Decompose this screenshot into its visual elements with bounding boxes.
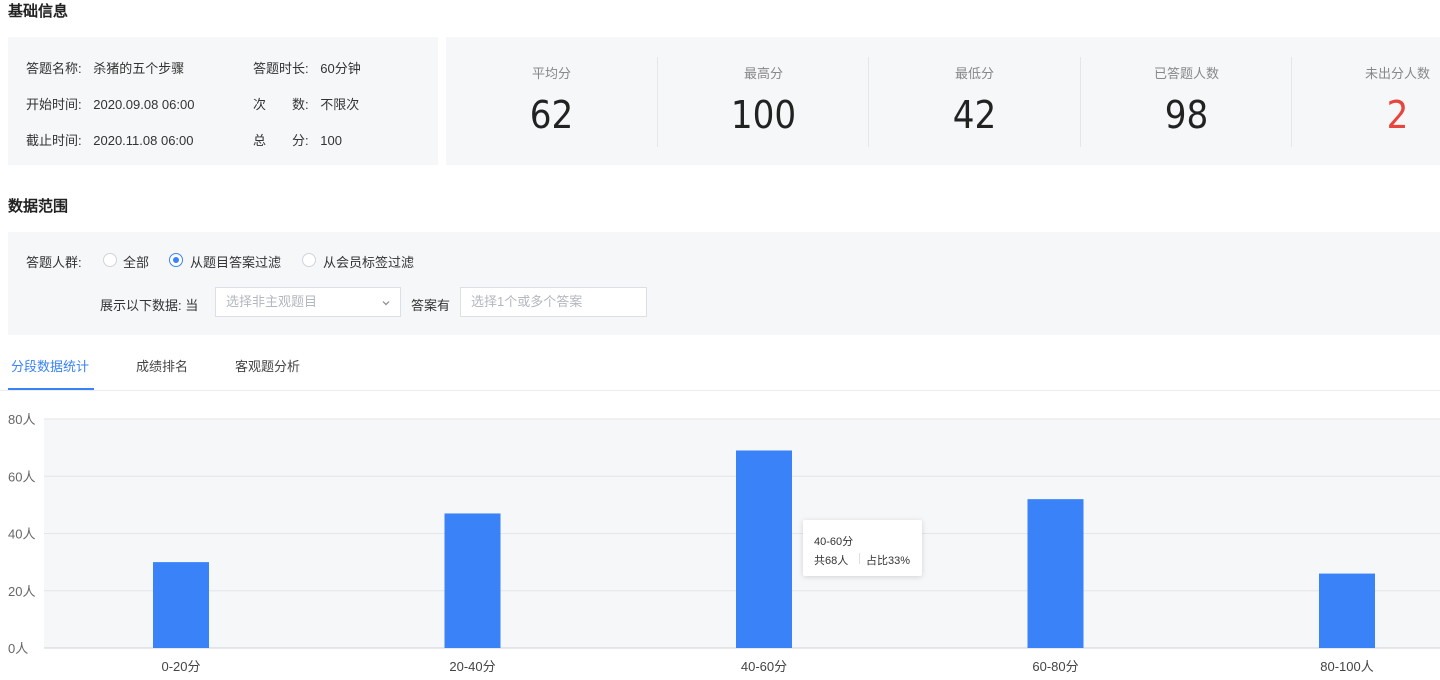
stat-label: 平均分 [531,66,571,81]
basic-info-panel: 答题名称: 杀猪的五个步骤 答题时长: 60分钟 开始时间: 2020.09.0… [8,37,438,165]
tab-objective-analysis[interactable]: 客观题分析 [235,356,300,375]
tooltip-ratio: 占比33% [866,555,911,567]
y-tick-label: 0人 [8,641,28,656]
bar-3[interactable] [736,450,792,648]
chart-tooltip: 40-60分 共68人 占比33% [803,520,922,576]
stat-average: 平均分 62 [446,37,657,165]
stat-label: 未出分人数 [1364,66,1430,81]
answer-label: 答案有 [411,298,451,313]
radio-all[interactable] [103,253,117,267]
y-tick-label: 40人 [8,527,35,542]
tab-segment-stats[interactable]: 分段数据统计 [11,356,89,375]
y-tick-label: 80人 [8,412,35,427]
y-tick-label: 60人 [8,469,35,484]
radio-tag-filter-label[interactable]: 从会员标签过滤 [323,252,414,271]
radio-all-label[interactable]: 全部 [123,252,149,271]
stat-value: 42 [952,93,997,137]
total-label: 总 分: [253,133,309,148]
basic-info-title: 基础信息 [8,3,69,20]
filter-panel: 答题人群: 全部 从题目答案过滤 从会员标签过滤 展示以下数据: 当 选择非主观… [8,232,1440,335]
show-data-label: 展示以下数据: 当 [100,298,199,313]
y-tick-label: 20人 [8,584,35,599]
radio-question-filter[interactable] [169,253,183,267]
bar-5[interactable] [1319,573,1375,648]
times-label: 次 数: [253,97,309,112]
stat-value-alert: 2 [1386,93,1409,137]
duration-row: 答题时长: 60分钟 [253,58,361,77]
start-label: 开始时间: [26,97,82,112]
x-tick-label: 80-100人 [1320,659,1373,674]
end-value: 2020.11.08 06:00 [93,133,194,148]
x-tick-label: 0-20分 [161,659,200,674]
total-value: 100 [320,133,342,148]
end-row: 截止时间: 2020.11.08 06:00 [26,130,194,149]
times-row: 次 数: 不限次 [253,94,359,113]
stat-lowest: 最低分 42 [869,37,1080,165]
stat-answered-count: 已答题人数 98 [1081,37,1292,165]
tooltip-range: 40-60分 [814,536,854,548]
radio-tag-filter[interactable] [302,253,316,267]
quiz-name-value: 杀猪的五个步骤 [93,61,185,76]
x-tick-label: 20-40分 [449,659,495,674]
start-row: 开始时间: 2020.09.08 06:00 [26,94,194,113]
tab-score-ranking[interactable]: 成绩排名 [136,356,188,375]
x-tick-label: 40-60分 [741,659,787,674]
quiz-name-row: 答题名称: 杀猪的五个步骤 [26,58,184,77]
answer-select-placeholder: 选择1个或多个答案 [471,294,583,309]
times-value: 不限次 [320,97,360,112]
tooltip-divider [859,553,860,564]
x-tick-label: 60-80分 [1032,659,1078,674]
bar-4[interactable] [1027,499,1084,648]
answer-select[interactable]: 选择1个或多个答案 [460,287,647,317]
stat-value: 98 [1164,93,1209,137]
stat-highest: 最高分 100 [658,37,869,165]
question-select[interactable]: 选择非主观题目 [215,287,401,317]
quiz-name-label: 答题名称: [26,61,82,76]
stat-label: 已答题人数 [1153,66,1219,81]
start-value: 2020.09.08 06:00 [93,97,195,112]
group-label: 答题人群: [26,255,82,270]
tab-divider [0,390,1440,391]
stat-unscored-count: 未出分人数 2 [1292,37,1440,165]
stat-value: 100 [730,93,797,137]
duration-value: 60分钟 [320,61,361,76]
data-range-title: 数据范围 [8,198,69,215]
stat-label: 最低分 [954,66,994,81]
radio-question-filter-label[interactable]: 从题目答案过滤 [190,252,281,271]
stat-value: 62 [529,93,574,137]
tooltip-count: 共68人 [814,555,849,567]
stat-label: 最高分 [743,66,783,81]
question-select-placeholder: 选择非主观题目 [226,294,318,309]
score-distribution-chart: 0人 20人 40人 60人 80人 0-20分 20-40分 40-60分 60-80分 80-… [8,412,1440,674]
duration-label: 答题时长: [253,61,309,76]
end-label: 截止时间: [26,133,82,148]
total-row: 总 分: 100 [253,130,342,149]
chevron-down-icon [382,301,390,306]
bar-1[interactable] [153,562,209,648]
bar-2[interactable] [444,513,501,648]
stats-panel: 平均分 62 最高分 100 最低分 42 已答题人数 98 未出分人数 2 [446,37,1440,165]
